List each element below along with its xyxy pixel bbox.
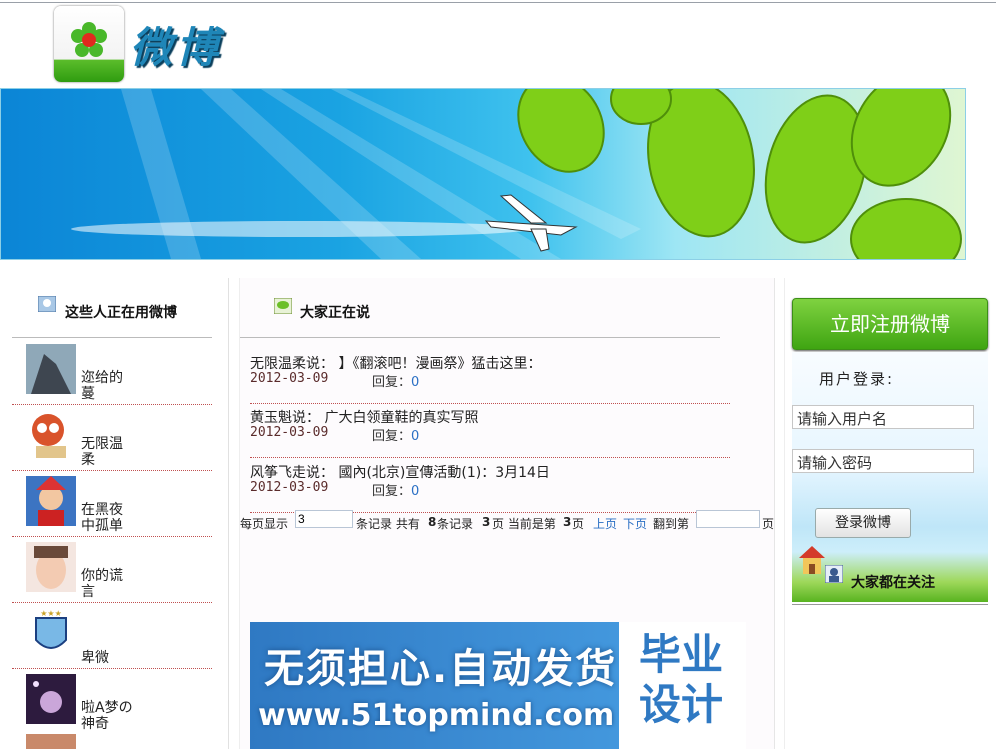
list-item[interactable]: 啦A梦の 神奇 xyxy=(12,670,212,734)
list-item[interactable]: ★★★ 卑微 xyxy=(12,604,212,669)
ad-url: www.51topmind.com xyxy=(258,698,615,733)
list-item[interactable]: 在黑夜 中孤单 xyxy=(12,472,212,537)
logo-text: 微博 xyxy=(130,23,223,72)
weibo-logo[interactable] xyxy=(54,6,124,82)
register-button[interactable]: 立即注册微博 xyxy=(792,298,988,350)
per-page-input[interactable] xyxy=(295,510,353,528)
post-text[interactable]: 无限温柔说： 】《翻滚吧！漫画祭》猛击这里： xyxy=(250,353,541,373)
post-date: 2012-03-09 xyxy=(250,480,329,495)
login-button[interactable]: 登录微博 xyxy=(815,508,911,538)
house-icon xyxy=(799,546,825,574)
list-item[interactable]: 黄玉魁说： 广大白领童鞋的真实写照 2012-03-09 回复：0 xyxy=(250,407,730,458)
avatar[interactable] xyxy=(26,542,76,592)
ad-headline: 无须担心.自动发货 xyxy=(264,646,618,692)
avatar[interactable] xyxy=(26,476,76,526)
avatar[interactable] xyxy=(26,344,76,394)
section-title: 这些人正在用微博 xyxy=(65,305,177,321)
user-name[interactable]: 你的谎 言 xyxy=(81,568,141,600)
avatar[interactable] xyxy=(26,410,76,460)
timeline-panel: 大家正在说 无限温柔说： 】《翻滚吧！漫画祭》猛击这里： 2012-03-09 … xyxy=(239,278,775,749)
users-icon xyxy=(38,296,56,312)
divider xyxy=(12,337,212,338)
divider xyxy=(792,604,988,605)
avatar[interactable] xyxy=(26,734,76,749)
svg-text:★★★: ★★★ xyxy=(40,609,62,618)
list-item[interactable]: 你的谎 言 xyxy=(12,538,212,603)
goto-page-input[interactable] xyxy=(696,510,760,528)
reply-count[interactable]: 回复：0 xyxy=(372,425,419,444)
user-name[interactable]: 在黑夜 中孤单 xyxy=(81,502,141,534)
password-field[interactable]: 请输入密码 xyxy=(792,449,974,473)
post-date: 2012-03-09 xyxy=(250,371,329,386)
flower-icon xyxy=(71,22,107,57)
active-users-panel: 这些人正在用微博 迩给的 蔓 无限温 柔 在黑夜 中孤单 你的谎 言 ★★★ 卑… xyxy=(0,278,229,749)
post-date: 2012-03-09 xyxy=(250,425,329,440)
list-item[interactable]: 无限温 柔 xyxy=(12,406,212,471)
user-name[interactable]: 迩给的 蔓 xyxy=(81,370,141,402)
prev-page-link[interactable]: 上页 xyxy=(593,515,617,532)
avatar[interactable]: ★★★ xyxy=(26,608,76,658)
section-title: 大家正在说 xyxy=(300,305,370,321)
username-field[interactable]: 请输入用户名 xyxy=(792,405,974,429)
list-item[interactable]: 风筝飞走说： 國內(北京)宣傳活動(1)：3月14日 2012-03-09 回复… xyxy=(250,462,730,513)
header-banner xyxy=(0,88,966,260)
divider xyxy=(240,337,720,338)
speech-bubble-icon xyxy=(274,298,292,314)
user-name[interactable]: 啦A梦の 神奇 xyxy=(81,700,141,732)
reply-count[interactable]: 回复：0 xyxy=(372,480,419,499)
avatar[interactable] xyxy=(26,674,76,724)
list-item[interactable]: 迩给的 蔓 xyxy=(12,340,212,405)
login-title: 用户登录: xyxy=(819,370,895,388)
ad-side-box: 毕业 设计 xyxy=(619,622,746,749)
follow-title: 大家都在关注 xyxy=(851,575,935,591)
reply-count[interactable]: 回复：0 xyxy=(372,371,419,390)
next-page-link[interactable]: 下页 xyxy=(623,515,647,532)
list-item[interactable]: 无限温柔说： 】《翻滚吧！漫画祭》猛击这里： 2012-03-09 回复：0 xyxy=(250,353,730,404)
post-text[interactable]: 黄玉魁说： 广大白领童鞋的真实写照 xyxy=(250,407,478,427)
login-panel: 立即注册微博 用户登录: 请输入用户名 请输入密码 登录微博 大家都在关注 xyxy=(784,278,996,749)
top-border xyxy=(0,2,996,3)
ad-banner[interactable]: 无须担心.自动发货 www.51topmind.com 毕业 设计 xyxy=(250,622,746,749)
people-icon xyxy=(825,565,843,583)
user-name[interactable]: 卑微 xyxy=(81,650,141,666)
post-text[interactable]: 风筝飞走说： 國內(北京)宣傳活動(1)：3月14日 xyxy=(250,462,550,482)
user-name[interactable]: 无限温 柔 xyxy=(81,436,141,468)
